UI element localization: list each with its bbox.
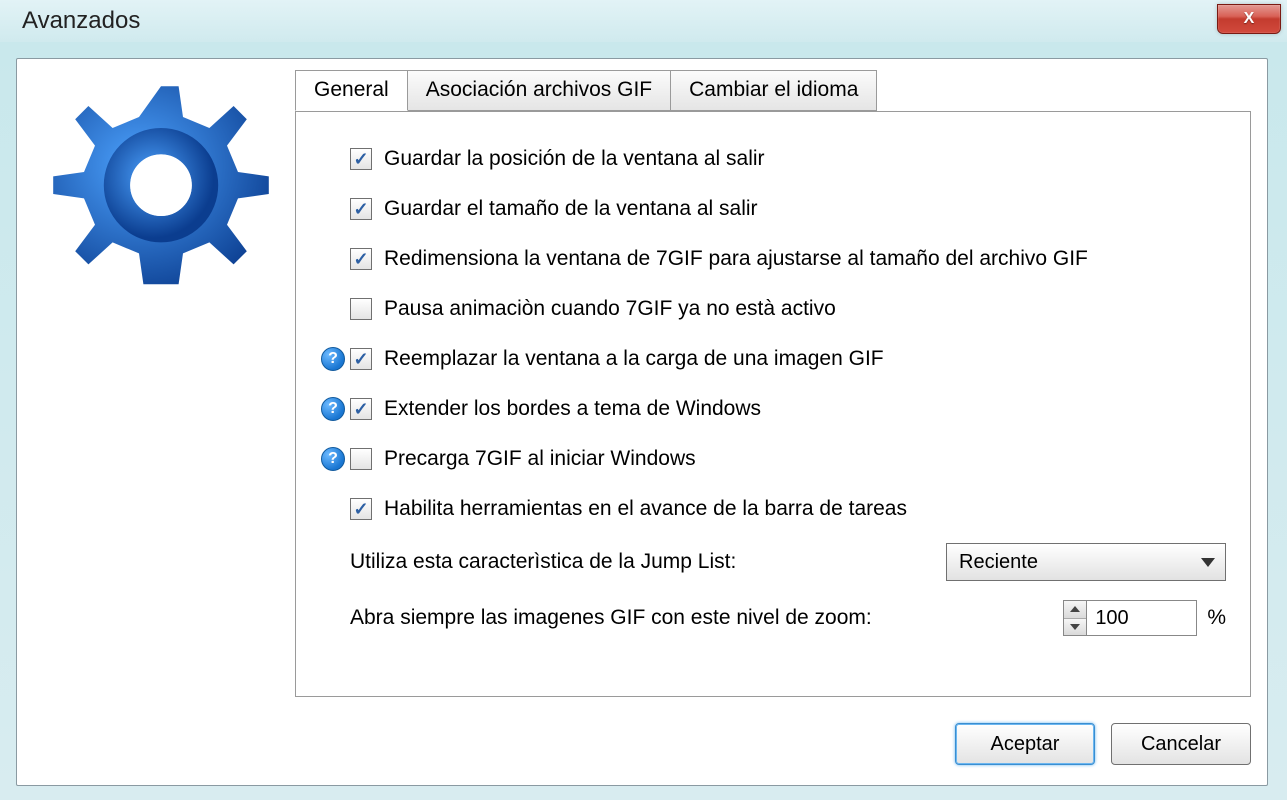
checkbox-resize-fit[interactable] xyxy=(350,248,372,270)
label-pause-inactive: Pausa animaciòn cuando 7GIF ya no està a… xyxy=(384,297,836,321)
tab-language[interactable]: Cambiar el idioma xyxy=(670,70,877,111)
option-row: ? Precarga 7GIF al iniciar Windows xyxy=(316,434,1226,484)
tab-file-association[interactable]: Asociación archivos GIF xyxy=(407,70,671,111)
close-icon: X xyxy=(1244,10,1255,28)
zoom-increase-button[interactable] xyxy=(1064,601,1086,619)
checkbox-taskbar-tools[interactable] xyxy=(350,498,372,520)
option-row: Pausa animaciòn cuando 7GIF ya no està a… xyxy=(316,284,1226,334)
dialog-panel: General Asociación archivos GIF Cambiar … xyxy=(16,58,1268,786)
jumplist-select[interactable]: Reciente xyxy=(946,543,1226,581)
checkbox-preload-startup[interactable] xyxy=(350,448,372,470)
label-preload-startup: Precarga 7GIF al iniciar Windows xyxy=(384,447,696,471)
cancel-button[interactable]: Cancelar xyxy=(1111,723,1251,765)
zoom-unit: % xyxy=(1207,606,1226,630)
zoom-label: Abra siempre las imagenes GIF con este n… xyxy=(350,606,872,630)
help-icon[interactable]: ? xyxy=(321,397,345,421)
jumplist-label: Utiliza esta caracterìstica de la Jump L… xyxy=(350,550,736,574)
option-row: Habilita herramientas en el avance de la… xyxy=(316,484,1226,534)
jumplist-row: Utiliza esta caracterìstica de la Jump L… xyxy=(316,534,1226,590)
label-save-window-position: Guardar la posición de la ventana al sal… xyxy=(384,147,765,171)
option-row: ? Extender los bordes a tema de Windows xyxy=(316,384,1226,434)
label-extend-borders: Extender los bordes a tema de Windows xyxy=(384,397,761,421)
tab-general[interactable]: General xyxy=(295,70,408,111)
zoom-row: Abra siempre las imagenes GIF con este n… xyxy=(316,590,1226,646)
zoom-decrease-button[interactable] xyxy=(1064,619,1086,636)
checkbox-recenter-on-load[interactable] xyxy=(350,348,372,370)
checkbox-save-window-size[interactable] xyxy=(350,198,372,220)
label-save-window-size: Guardar el tamaño de la ventana al salir xyxy=(384,197,758,221)
help-icon[interactable]: ? xyxy=(321,347,345,371)
option-row: Redimensiona la ventana de 7GIF para aju… xyxy=(316,234,1226,284)
label-resize-fit: Redimensiona la ventana de 7GIF para aju… xyxy=(384,247,1088,271)
tab-strip: General Asociación archivos GIF Cambiar … xyxy=(295,69,1251,110)
jumplist-value: Reciente xyxy=(959,551,1038,574)
window-title: Avanzados xyxy=(22,7,140,35)
option-row: Guardar la posición de la ventana al sal… xyxy=(316,134,1226,184)
ok-button[interactable]: Aceptar xyxy=(955,723,1095,765)
label-taskbar-tools: Habilita herramientas en el avance de la… xyxy=(384,497,907,521)
label-recenter-on-load: Reemplazar la ventana a la carga de una … xyxy=(384,347,884,371)
help-icon[interactable]: ? xyxy=(321,447,345,471)
checkbox-extend-borders[interactable] xyxy=(350,398,372,420)
chevron-down-icon xyxy=(1201,558,1215,567)
zoom-spinner[interactable]: 100 xyxy=(1063,600,1197,636)
close-button[interactable]: X xyxy=(1217,4,1281,34)
checkbox-save-window-position[interactable] xyxy=(350,148,372,170)
titlebar: Avanzados X xyxy=(0,0,1287,42)
zoom-value[interactable]: 100 xyxy=(1087,600,1197,636)
checkbox-pause-inactive[interactable] xyxy=(350,298,372,320)
option-row: ? Reemplazar la ventana a la carga de un… xyxy=(316,334,1226,384)
tab-body-general: Guardar la posición de la ventana al sal… xyxy=(295,111,1251,697)
gear-icon xyxy=(51,73,271,293)
dialog-button-bar: Aceptar Cancelar xyxy=(955,723,1251,765)
option-row: Guardar el tamaño de la ventana al salir xyxy=(316,184,1226,234)
